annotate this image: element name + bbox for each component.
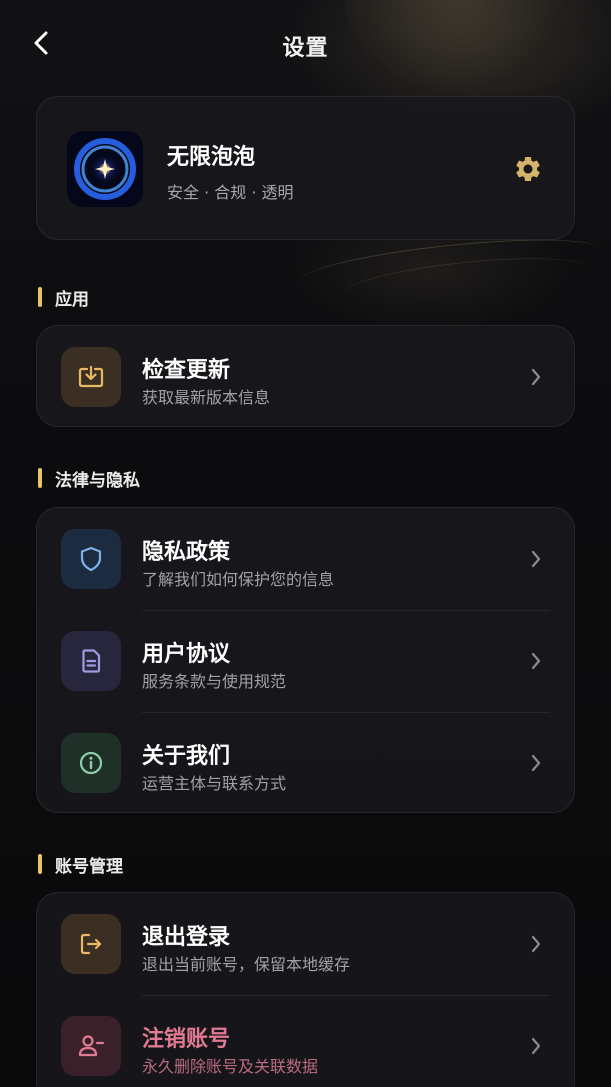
row-icon-container bbox=[61, 914, 121, 974]
row-title: 注销账号 bbox=[142, 1027, 231, 1052]
row-subtitle: 服务条款与使用规范 bbox=[142, 672, 287, 691]
app-section-card: 检查更新 获取最新版本信息 bbox=[36, 325, 575, 427]
chevron-right-icon bbox=[531, 652, 541, 670]
app-settings-button[interactable] bbox=[512, 153, 544, 185]
row-icon-container bbox=[61, 733, 121, 793]
row-subtitle: 永久删除账号及关联数据 bbox=[142, 1057, 319, 1076]
app-name: 无限泡泡 bbox=[167, 145, 256, 170]
chevron-right-icon bbox=[531, 550, 541, 568]
row-title: 退出登录 bbox=[142, 925, 231, 950]
account-section-card: 退出登录 退出当前账号，保留本地缓存 注销账号 永久删除账号及关联数据 bbox=[36, 892, 575, 1087]
row-title: 关于我们 bbox=[142, 744, 231, 769]
logout-icon bbox=[80, 933, 102, 955]
app-logo bbox=[67, 131, 143, 207]
section-title: 账号管理 bbox=[55, 856, 123, 877]
check-update-item[interactable]: 检查更新 获取最新版本信息 bbox=[37, 326, 574, 428]
logout-item[interactable]: 退出登录 退出当前账号，保留本地缓存 bbox=[37, 893, 574, 995]
section-title: 应用 bbox=[55, 289, 89, 310]
section-title: 法律与隐私 bbox=[55, 470, 140, 491]
privacy-policy-item[interactable]: 隐私政策 了解我们如何保护您的信息 bbox=[37, 508, 574, 610]
section-header-app: 应用 bbox=[38, 287, 89, 310]
user-agreement-item[interactable]: 用户协议 服务条款与使用规范 bbox=[37, 610, 574, 712]
section-marker bbox=[38, 287, 42, 307]
top-bar: 设置 bbox=[0, 0, 611, 90]
row-subtitle: 运营主体与联系方式 bbox=[142, 774, 287, 793]
section-header-account: 账号管理 bbox=[38, 854, 123, 877]
section-header-legal: 法律与隐私 bbox=[38, 468, 140, 491]
app-info-card: 无限泡泡 安全 · 合规 · 透明 bbox=[36, 96, 575, 240]
chevron-right-icon bbox=[531, 935, 541, 953]
row-subtitle: 退出当前账号，保留本地缓存 bbox=[142, 955, 351, 974]
row-icon-container bbox=[61, 529, 121, 589]
delete-account-item[interactable]: 注销账号 永久删除账号及关联数据 bbox=[37, 995, 574, 1087]
info-icon bbox=[79, 751, 103, 775]
about-us-item[interactable]: 关于我们 运营主体与联系方式 bbox=[37, 712, 574, 814]
document-icon bbox=[82, 649, 101, 673]
row-subtitle: 获取最新版本信息 bbox=[142, 388, 271, 407]
download-box-icon bbox=[78, 365, 104, 388]
gear-icon bbox=[516, 156, 540, 181]
row-title: 用户协议 bbox=[142, 642, 231, 667]
chevron-right-icon bbox=[531, 754, 541, 772]
remove-user-icon bbox=[78, 1035, 105, 1057]
row-subtitle: 了解我们如何保护您的信息 bbox=[142, 570, 335, 589]
row-icon-container bbox=[61, 347, 121, 407]
row-icon-container bbox=[61, 1016, 121, 1076]
row-icon-container bbox=[61, 631, 121, 691]
page-title: 设置 bbox=[282, 36, 329, 61]
app-tagline: 安全 · 合规 · 透明 bbox=[167, 183, 294, 202]
chevron-right-icon bbox=[531, 1037, 541, 1055]
legal-section-card: 隐私政策 了解我们如何保护您的信息 用户协议 服务条款与使用规范 关于我们 运营… bbox=[36, 507, 575, 813]
shield-icon bbox=[80, 546, 102, 572]
row-title: 隐私政策 bbox=[142, 540, 231, 565]
chevron-right-icon bbox=[531, 368, 541, 386]
row-title: 检查更新 bbox=[142, 358, 231, 383]
section-marker bbox=[38, 468, 42, 488]
section-marker bbox=[38, 854, 42, 874]
